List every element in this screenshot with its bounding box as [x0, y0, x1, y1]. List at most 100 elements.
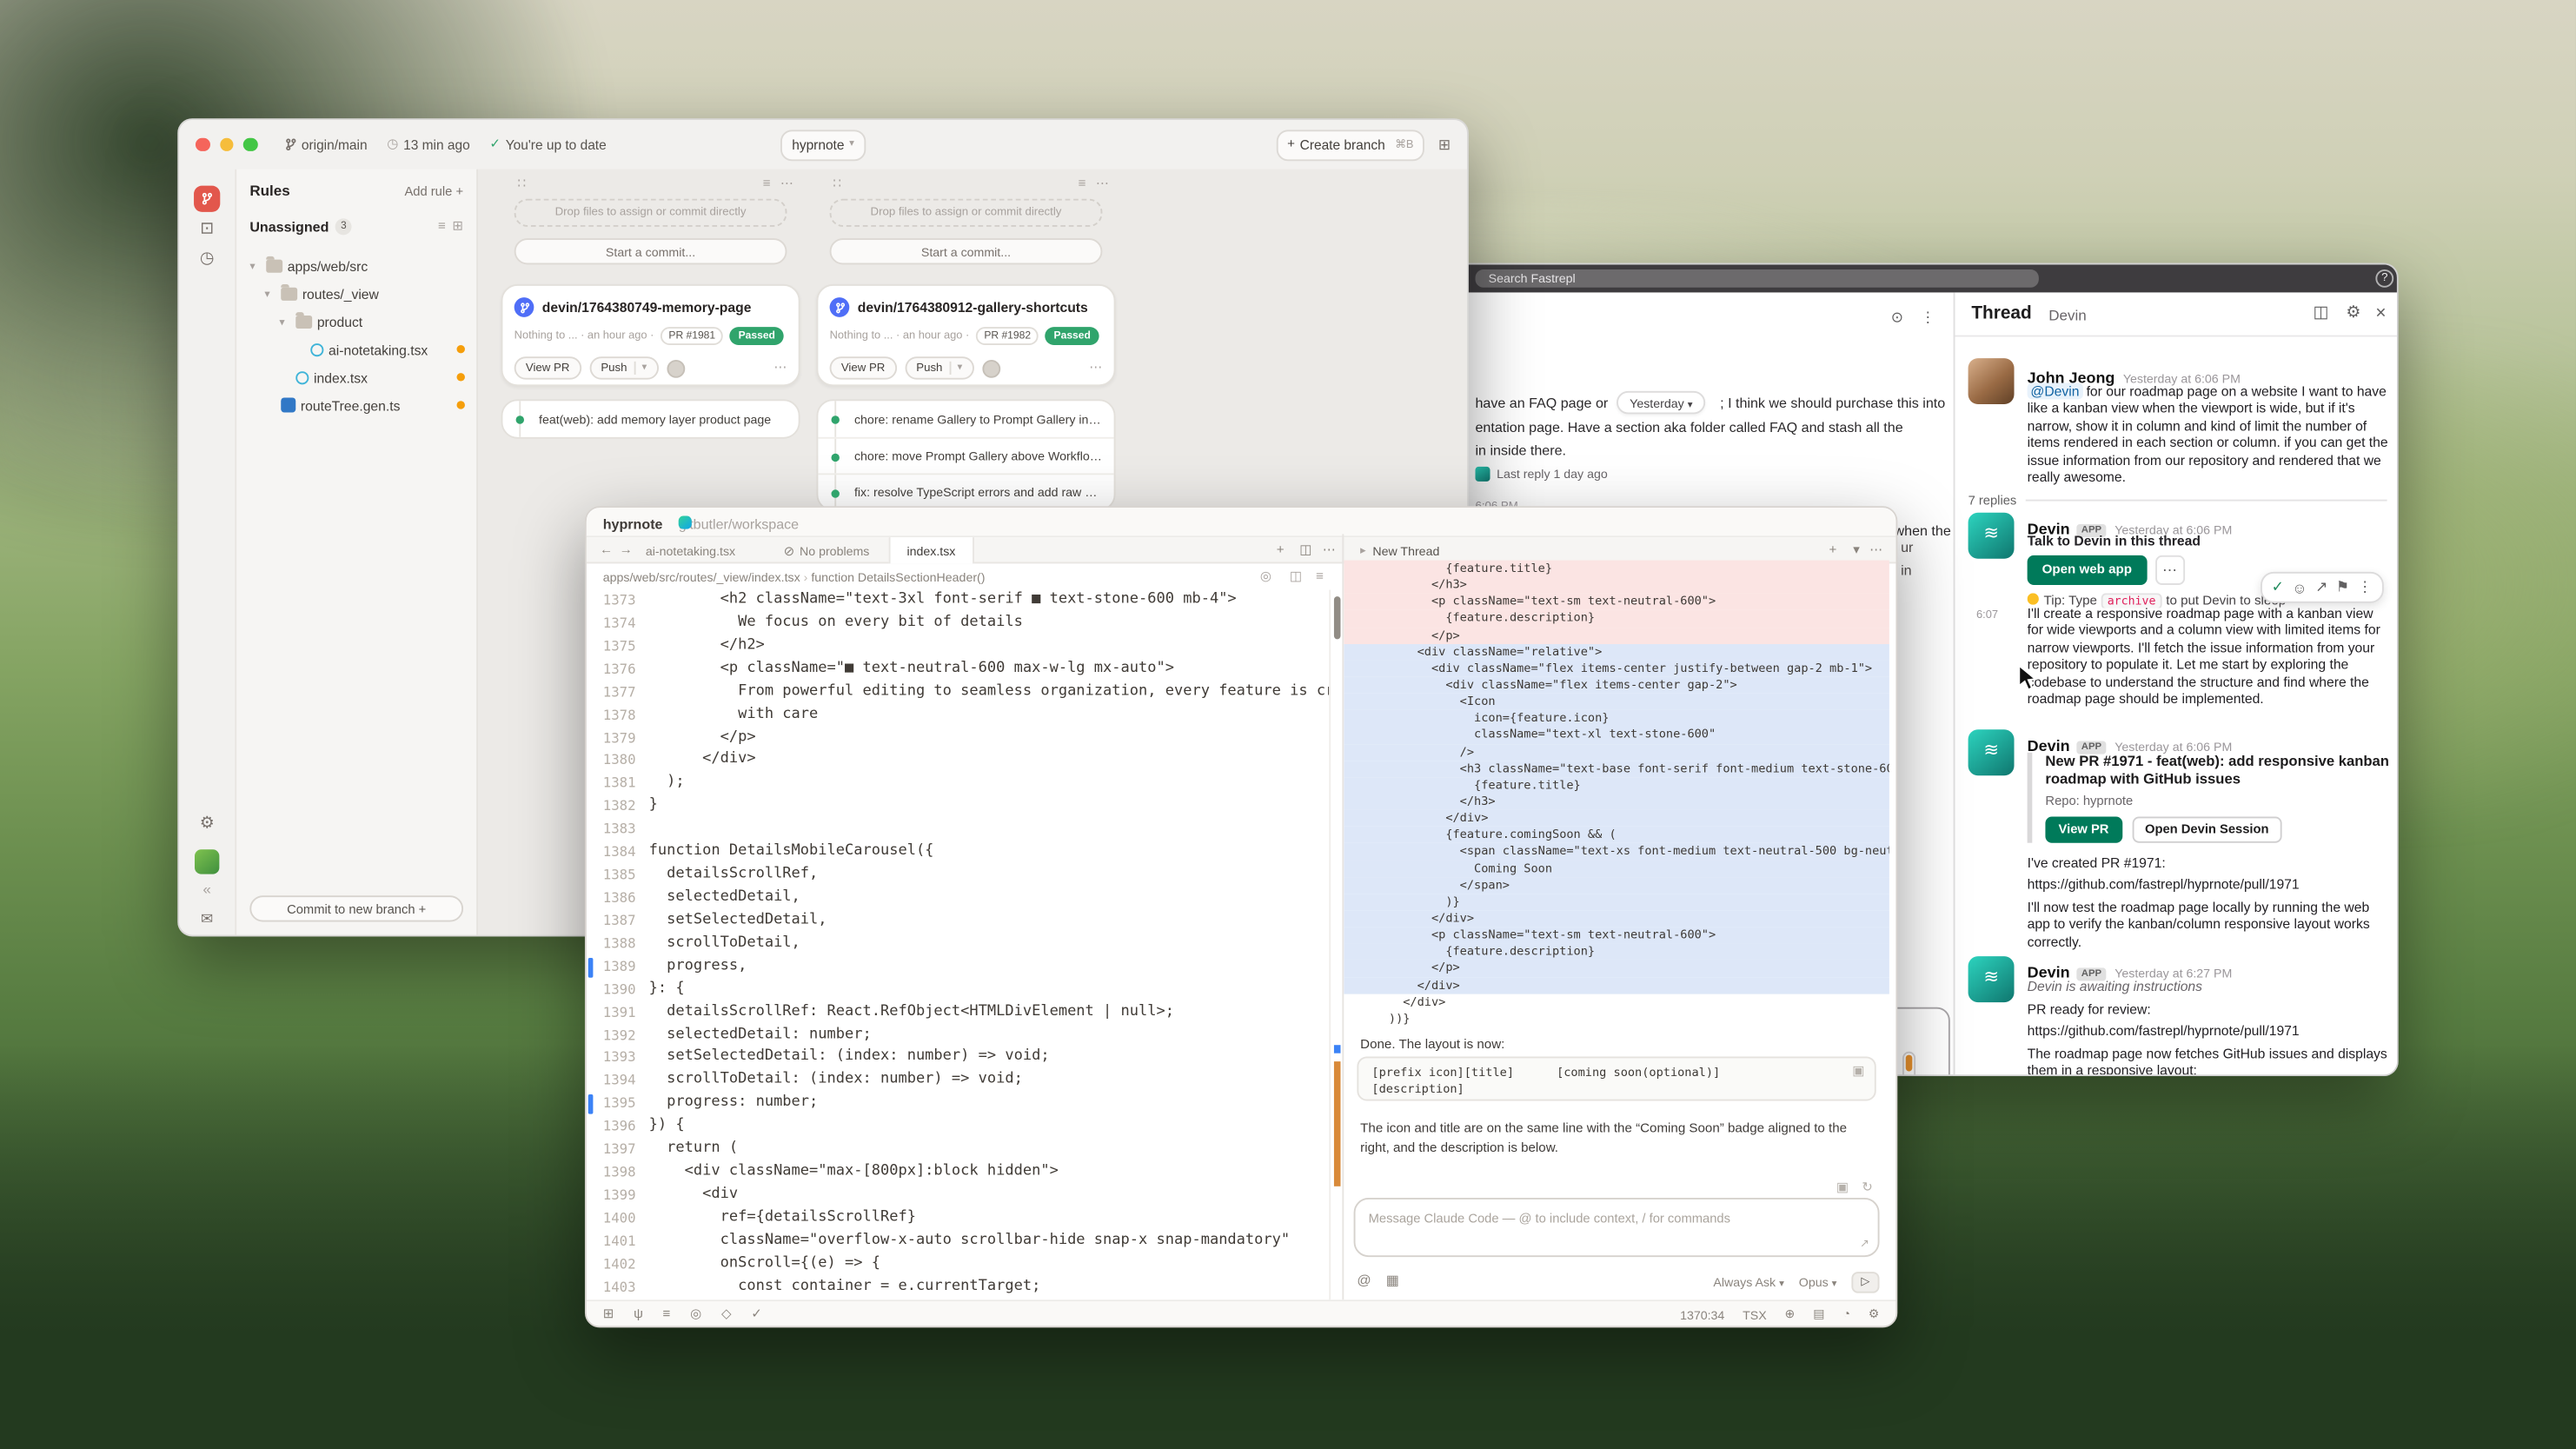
close-window-button[interactable] [196, 137, 209, 151]
breadcrumb-path[interactable]: apps/web/src/routes/_view/index.tsx › fu… [603, 570, 986, 585]
file-tree-row[interactable]: ai-notetaking.tsx [236, 336, 476, 363]
status-icon[interactable]: ◔ [1842, 1308, 1850, 1320]
split-pane-icon[interactable]: ◫ [1299, 544, 1311, 557]
status-icon[interactable]: ◎ [690, 1307, 701, 1320]
model-selector[interactable]: Opus ▾ [1799, 1275, 1837, 1290]
nav-back-icon[interactable]: ← [600, 544, 613, 557]
reaction-icon[interactable]: ⚑ [2336, 578, 2349, 596]
more-options-button[interactable]: ⋯ [2154, 555, 2184, 585]
drop-zone[interactable]: Drop files to assign or commit directly [515, 199, 787, 227]
more-vert-icon[interactable]: ⋮ [1921, 310, 1935, 325]
drag-handle-icon[interactable]: ∷ [517, 177, 526, 190]
attach-image-icon[interactable]: ▦ [1386, 1273, 1399, 1287]
card-more-icon[interactable]: ⋯ [773, 362, 787, 375]
status-icon[interactable]: ◇ [721, 1307, 732, 1320]
settings-rail-icon[interactable]: ⚙ [200, 816, 215, 833]
pr-number-chip[interactable]: PR #1981 [661, 327, 724, 345]
reaction-icon[interactable]: ☺ [2292, 579, 2307, 595]
status-icon[interactable]: ⊞ [603, 1307, 614, 1320]
branch-card[interactable]: devin/1764380749-memory-page Nothing to … [501, 284, 800, 386]
agent-message-input[interactable]: Message Claude Code — @ to include conte… [1354, 1198, 1880, 1257]
lane-list-icon[interactable]: ≡ [1079, 177, 1086, 190]
help-icon[interactable]: ? [2375, 269, 2393, 288]
window-action-icon[interactable] [679, 516, 692, 529]
branch-name[interactable]: devin/1764380749-memory-page [542, 299, 752, 316]
new-tab-icon[interactable]: + [1277, 544, 1285, 557]
commit-row[interactable]: fix: resolve TypeScript errors and add r… [818, 473, 1113, 509]
tab-ai-notetaking[interactable]: ai-notetaking.tsx [646, 544, 735, 559]
editor-branch-label[interactable]: gitbutler/workspace [679, 515, 799, 532]
commit-row[interactable]: chore: rename Gallery to Prompt Gallery … [818, 401, 1113, 437]
slack-search-input[interactable]: Search Fastrepl [1475, 269, 2038, 288]
avatar[interactable]: ≋ [1969, 956, 2015, 1002]
avatar[interactable]: ≋ [1969, 513, 2015, 559]
user-avatar[interactable] [195, 849, 219, 874]
replies-divider[interactable]: 7 replies [1969, 493, 2387, 508]
reaction-icon[interactable]: ✓ [2272, 578, 2284, 596]
unassigned-section-header[interactable]: Unassigned 3 ≡ ⊞ [249, 218, 463, 235]
pr-number-chip[interactable]: PR #1982 [976, 327, 1039, 345]
pr-link[interactable]: https://github.com/fastrepl/hyprnote/pul… [2028, 876, 2300, 893]
lane-list-icon[interactable]: ≡ [763, 177, 771, 190]
commit-row[interactable]: chore: move Prompt Gallery above Workflo… [818, 437, 1113, 474]
status-icon[interactable]: ⊕ [1785, 1308, 1796, 1320]
tab-index-active[interactable]: index.tsx [889, 537, 974, 563]
status-icon[interactable]: ⚙ [1869, 1308, 1880, 1320]
zoom-window-button[interactable] [243, 137, 257, 151]
lane-more-icon[interactable]: ⋯ [780, 177, 793, 190]
copy-message-icon[interactable]: ▣ [1836, 1181, 1849, 1194]
status-icon[interactable]: ψ [634, 1307, 643, 1320]
pr-title[interactable]: New PR #1971 - feat(web): add responsive… [2045, 753, 2395, 789]
lane-more-icon[interactable]: ⋯ [1096, 177, 1109, 190]
problems-indicator[interactable]: ⊘ No problems [784, 544, 870, 559]
layout-icon[interactable]: ⊞ [1438, 137, 1451, 152]
editor-scrollbar[interactable] [1329, 590, 1342, 1300]
file-tree-row[interactable]: product [236, 307, 476, 335]
workspace-rail-icon[interactable] [194, 186, 220, 212]
editor-project-title[interactable]: hyprnote [603, 515, 663, 532]
branch-chip[interactable]: origin/main [274, 130, 377, 159]
status-icon[interactable]: ▤ [1813, 1308, 1824, 1320]
code-editor[interactable]: 1373 <h2 className="text-3xl font-serif … [587, 590, 1329, 1300]
drag-handle-icon[interactable]: ∷ [833, 177, 841, 190]
grid-view-icon[interactable]: ⊞ [452, 220, 463, 233]
copy-icon[interactable]: ▣ [1852, 1065, 1864, 1078]
push-button[interactable]: Push▾ [905, 356, 973, 379]
date-divider-pill[interactable]: Yesterday ▾ [1617, 391, 1705, 414]
minimize-window-button[interactable] [219, 137, 233, 151]
view-pr-button[interactable]: View PR [2045, 816, 2121, 842]
workspace-selector[interactable]: hyprnote ▾ [780, 129, 866, 160]
start-commit-button[interactable]: Start a commit... [515, 238, 787, 264]
open-devin-session-button[interactable]: Open Devin Session [2132, 816, 2282, 842]
language-mode[interactable]: TSX [1743, 1307, 1767, 1322]
chevron-down-icon[interactable] [249, 259, 261, 272]
history-rail-icon[interactable]: ◷ [200, 251, 215, 268]
status-icon[interactable]: ✓ [751, 1307, 762, 1320]
close-icon[interactable]: × [2375, 306, 2386, 324]
file-tree-row[interactable]: routeTree.gen.ts [236, 391, 476, 419]
chevron-down-icon[interactable] [264, 287, 276, 300]
scroll-indicator[interactable] [1902, 1052, 1915, 1076]
last-fetch-chip[interactable]: ◷ 13 min ago [377, 130, 480, 159]
file-tree-row[interactable]: index.tsx [236, 363, 476, 391]
buffer-search-icon[interactable]: ◎ [1260, 570, 1271, 583]
settings-icon[interactable]: ⚙ [2346, 306, 2360, 322]
tab-more-icon[interactable]: ⋯ [1323, 544, 1336, 557]
ci-status-badge[interactable]: Passed [1046, 327, 1099, 345]
mention-context-icon[interactable]: @ [1357, 1273, 1371, 1287]
huddle-icon[interactable]: ⊙ [1891, 310, 1903, 325]
chevron-down-icon[interactable] [279, 315, 290, 328]
last-reply-row[interactable]: Last reply 1 day ago [1475, 467, 1607, 482]
branch-name[interactable]: devin/1764380912-gallery-shortcuts [858, 299, 1088, 316]
target-rail-icon[interactable]: ⊡ [200, 222, 214, 238]
avatar[interactable]: ≋ [1969, 729, 2015, 775]
push-button[interactable]: Push▾ [589, 356, 658, 379]
expand-input-icon[interactable]: ↗ [1860, 1239, 1869, 1250]
file-tree-row[interactable]: apps/web/src [236, 251, 476, 279]
open-web-app-button[interactable]: Open web app [2028, 555, 2147, 585]
split-editor-icon[interactable]: ◫ [1290, 570, 1302, 583]
reaction-icon[interactable]: ⋮ [2358, 578, 2373, 596]
list-view-icon[interactable]: ≡ [438, 220, 446, 233]
cursor-position[interactable]: 1370:34 [1680, 1307, 1724, 1322]
create-branch-button[interactable]: + Create branch ⌘B [1276, 129, 1425, 160]
